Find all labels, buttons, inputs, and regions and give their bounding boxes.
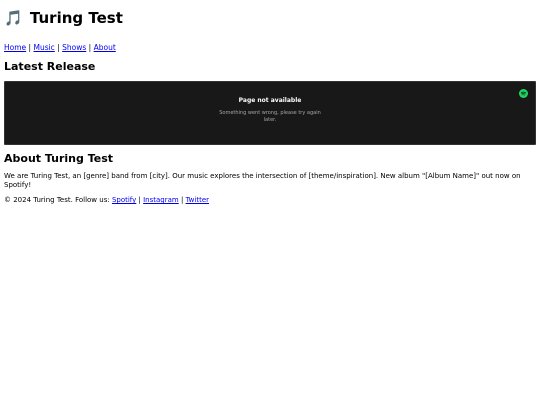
site-title: Turing Test: [29, 9, 123, 27]
footer: © 2024 Turing Test. Follow us: Spotify |…: [4, 196, 536, 205]
embed-error-message: Something went wrong, please try again l…: [219, 110, 321, 123]
nav-link-shows[interactable]: Shows: [62, 43, 86, 52]
page-title: 🎵 Turing Test: [4, 8, 536, 28]
music-note-icon: 🎵: [4, 9, 23, 27]
embed-error: Page not available Something went wrong,…: [5, 97, 535, 124]
nav-separator: |: [88, 43, 92, 52]
footer-link-twitter[interactable]: Twitter: [186, 196, 209, 204]
nav-link-home[interactable]: Home: [4, 43, 26, 52]
about-text: We are Turing Test, an [genre] band from…: [4, 172, 521, 189]
footer-copyright: © 2024 Turing Test. Follow us:: [4, 196, 110, 204]
footer-separator: |: [180, 196, 184, 204]
embed-error-title: Page not available: [238, 97, 302, 104]
footer-link-spotify[interactable]: Spotify: [112, 196, 136, 204]
nav-link-music[interactable]: Music: [33, 43, 54, 52]
nav-separator: |: [28, 43, 32, 52]
nav-link-about[interactable]: About: [94, 43, 116, 52]
nav-separator: |: [57, 43, 60, 52]
latest-release-heading: Latest Release: [4, 60, 96, 73]
about-heading: About Turing Test: [4, 152, 114, 165]
footer-link-instagram[interactable]: Instagram: [143, 196, 179, 204]
spotify-embed[interactable]: Page not available Something went wrong,…: [4, 81, 536, 145]
main-nav: Home | Music | Shows | About: [4, 43, 536, 53]
page: 🎵 Turing Test Home | Music | Shows | Abo…: [0, 8, 540, 205]
footer-separator: |: [138, 196, 141, 204]
